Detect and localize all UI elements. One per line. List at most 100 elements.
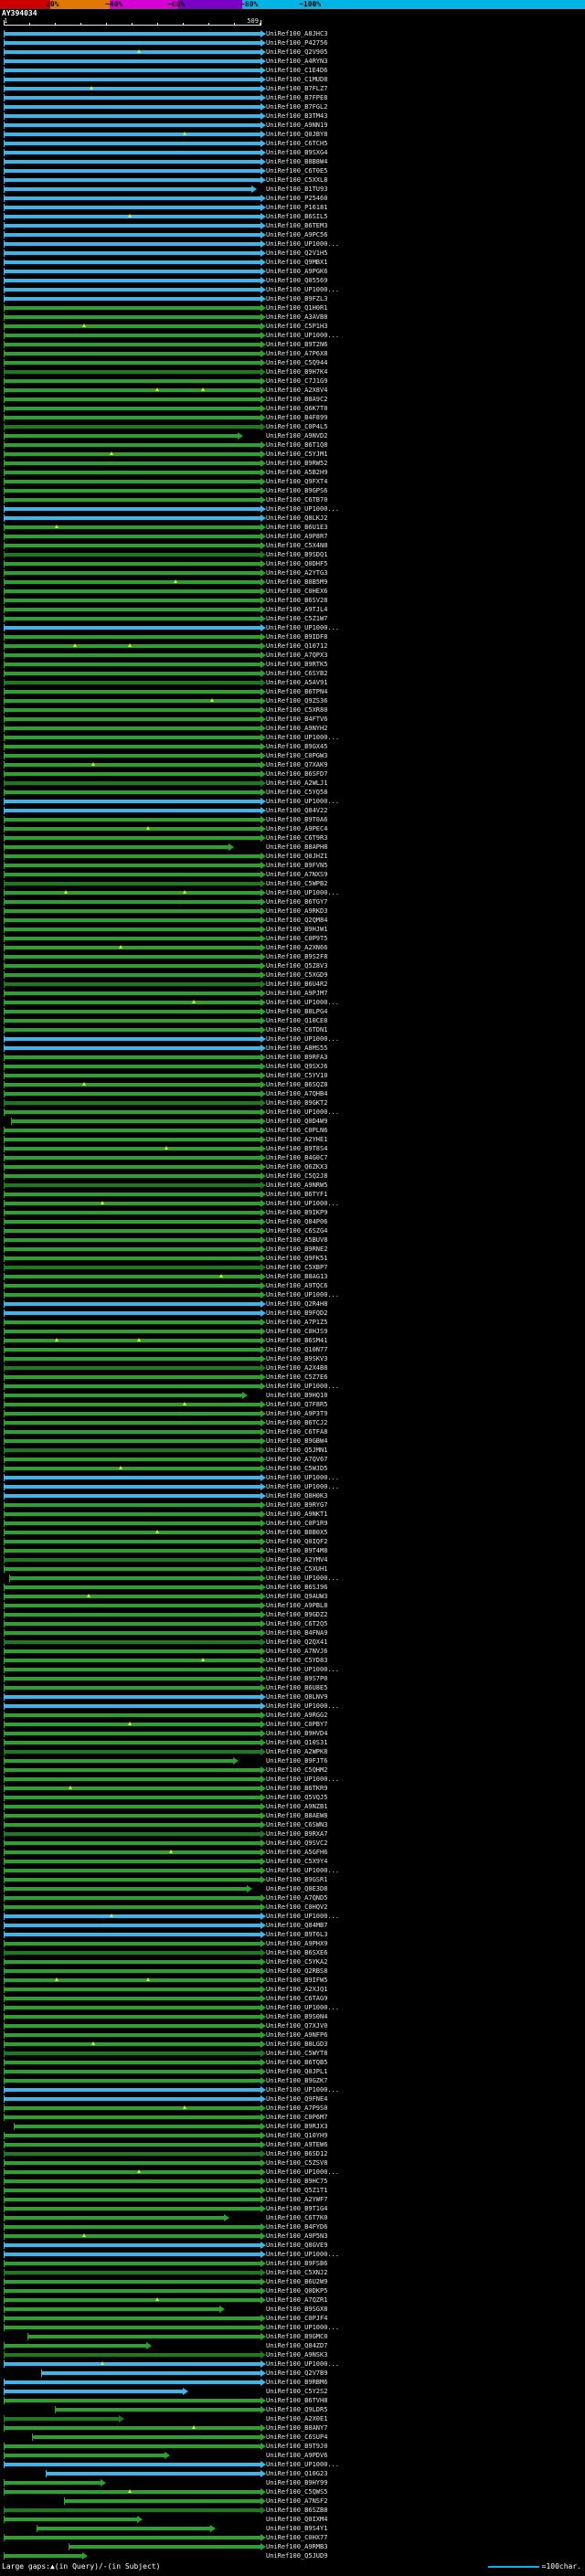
hit-bar[interactable] <box>4 1631 261 1635</box>
hit-bar[interactable] <box>4 1375 261 1379</box>
hit-label[interactable]: UniRef100_A9PHX9 <box>266 1940 327 1947</box>
hit-bar[interactable] <box>4 224 261 228</box>
hit-label[interactable]: UniRef100_B8LPG4 <box>266 1008 327 1015</box>
hit-bar[interactable] <box>4 2298 261 2302</box>
hit-bar[interactable] <box>4 726 261 730</box>
hit-bar[interactable] <box>37 2527 210 2530</box>
hit-bar[interactable] <box>4 1010 261 1013</box>
hit-bar[interactable] <box>4 1686 261 1690</box>
hit-label[interactable]: UniRef100_B9T0A6 <box>266 816 327 823</box>
hit-bar[interactable] <box>4 873 261 876</box>
hit-bar[interactable] <box>4 2307 219 2311</box>
hit-bar[interactable] <box>4 1129 261 1132</box>
hit-label[interactable]: UniRef100_B4G0C7 <box>266 1154 327 1161</box>
hit-label[interactable]: UniRef100_C0HEX6 <box>266 588 327 595</box>
hit-label[interactable]: UniRef100_C6TFA8 <box>266 1428 327 1436</box>
hit-label[interactable]: UniRef100_C5X9Y4 <box>266 1858 327 1865</box>
hit-bar[interactable] <box>4 425 261 429</box>
hit-bar[interactable] <box>4 434 238 438</box>
hit-bar[interactable] <box>4 1156 261 1160</box>
hit-label[interactable]: UniRef100_B4FNA9 <box>266 1629 327 1637</box>
hit-bar[interactable] <box>4 1366 261 1370</box>
hit-bar[interactable] <box>4 918 261 922</box>
hit-bar[interactable] <box>4 827 261 831</box>
hit-label[interactable]: UniRef100_Q10YH9 <box>266 2132 327 2139</box>
hit-bar[interactable] <box>4 1759 233 1763</box>
hit-bar[interactable] <box>4 96 261 100</box>
hit-label[interactable]: UniRef100_Q9AUW3 <box>266 1593 327 1600</box>
hit-label[interactable]: UniRef100_B9GSR1 <box>266 1876 327 1883</box>
hit-bar[interactable] <box>4 324 261 328</box>
hit-bar[interactable] <box>4 1046 261 1050</box>
hit-label[interactable]: UniRef100_B4F899 <box>266 414 327 421</box>
hit-bar[interactable] <box>4 1814 261 1818</box>
hit-bar[interactable] <box>4 1997 261 2000</box>
hit-label[interactable]: UniRef100_B9RYG7 <box>266 1501 327 1509</box>
hit-bar[interactable] <box>32 2435 261 2439</box>
hit-bar[interactable] <box>4 1796 261 1799</box>
hit-bar[interactable] <box>4 535 261 538</box>
hit-label[interactable]: UniRef100_A9P3T9 <box>266 1410 327 1417</box>
hit-label[interactable]: UniRef100_B9IKP9 <box>266 1209 327 1216</box>
hit-bar[interactable] <box>4 1092 261 1096</box>
hit-label[interactable]: UniRef100_B9GKT2 <box>266 1099 327 1107</box>
hit-label[interactable]: UniRef100_Q0JBY8 <box>266 131 327 138</box>
hit-bar[interactable] <box>4 973 261 977</box>
hit-bar[interactable] <box>4 1540 261 1543</box>
hit-bar[interactable] <box>4 690 261 694</box>
hit-bar[interactable] <box>4 2362 261 2366</box>
hit-label[interactable]: UniRef100_UP1000... <box>266 2324 339 2331</box>
hit-bar[interactable] <box>4 836 261 840</box>
hit-bar[interactable] <box>4 1595 261 1598</box>
hit-label[interactable]: UniRef100_C5XBP7 <box>266 1264 327 1271</box>
hit-label[interactable]: UniRef100_A5AV91 <box>266 679 327 686</box>
hit-label[interactable]: UniRef100_C0PGW3 <box>266 752 327 759</box>
hit-label[interactable]: UniRef100_B9GBW4 <box>266 1437 327 1445</box>
hit-label[interactable]: UniRef100_A9NN19 <box>266 122 327 129</box>
hit-bar[interactable] <box>4 937 261 940</box>
hit-label[interactable]: UniRef100_C5XGD9 <box>266 971 327 979</box>
hit-bar[interactable] <box>4 2006 261 2009</box>
hit-bar[interactable] <box>4 1841 261 1845</box>
hit-bar[interactable] <box>4 1384 261 1388</box>
hit-bar[interactable] <box>4 1485 261 1489</box>
hit-bar[interactable] <box>4 1503 261 1507</box>
hit-bar[interactable] <box>4 845 229 849</box>
hit-label[interactable]: UniRef100_A7QND5 <box>266 1894 327 1902</box>
hit-label[interactable]: UniRef100_A9NFP6 <box>266 2031 327 2039</box>
hit-label[interactable]: UniRef100_B9IDF8 <box>266 633 327 641</box>
hit-bar[interactable] <box>4 928 261 931</box>
hit-label[interactable]: UniRef100_UP1000... <box>266 1291 339 1299</box>
hit-bar[interactable] <box>4 1403 261 1406</box>
hit-bar[interactable] <box>4 1942 261 1945</box>
hit-label[interactable]: UniRef100_Q10N77 <box>266 1346 327 1353</box>
hit-label[interactable]: UniRef100_Q10G23 <box>266 2470 327 2477</box>
hit-label[interactable]: UniRef100_A2X4B8 <box>266 1364 327 1372</box>
hit-label[interactable]: UniRef100_A2XN66 <box>266 944 327 951</box>
hit-bar[interactable] <box>4 1723 261 1726</box>
hit-label[interactable]: UniRef100_A7QPX3 <box>266 652 327 659</box>
hit-bar[interactable] <box>4 2161 261 2165</box>
hit-bar[interactable] <box>4 1055 261 1059</box>
hit-label[interactable]: UniRef100_B8APH8 <box>266 843 327 851</box>
hit-label[interactable]: UniRef100_Q0JHZ1 <box>266 853 327 860</box>
hit-label[interactable]: UniRef100_A5B2H9 <box>266 469 327 476</box>
hit-label[interactable]: UniRef100_B7FLZ7 <box>266 85 327 92</box>
hit-bar[interactable] <box>4 1348 261 1352</box>
hit-bar[interactable] <box>4 1695 261 1699</box>
hit-label[interactable]: UniRef100_Q84P06 <box>266 1218 327 1225</box>
hit-label[interactable]: UniRef100_A2XJQ1 <box>266 1986 327 1993</box>
hit-bar[interactable] <box>4 1439 261 1443</box>
hit-bar[interactable] <box>4 1394 242 1397</box>
hit-bar[interactable] <box>4 1238 261 1242</box>
hit-label[interactable]: UniRef100_Q2QM84 <box>266 917 327 924</box>
hit-bar[interactable] <box>4 2316 261 2320</box>
hit-label[interactable]: UniRef100_P25460 <box>266 195 327 202</box>
hit-label[interactable]: UniRef100_Q05569 <box>266 277 327 284</box>
hit-label[interactable]: UniRef100_C5YJM1 <box>266 451 327 458</box>
hit-label[interactable]: UniRef100_Q6K7T0 <box>266 405 327 412</box>
hit-label[interactable]: UniRef100_A4RYN3 <box>266 58 327 65</box>
hit-label[interactable]: UniRef100_B9FJT6 <box>266 1757 327 1765</box>
hit-label[interactable]: UniRef100_C6SWN3 <box>266 1821 327 1829</box>
hit-bar[interactable] <box>4 946 261 949</box>
